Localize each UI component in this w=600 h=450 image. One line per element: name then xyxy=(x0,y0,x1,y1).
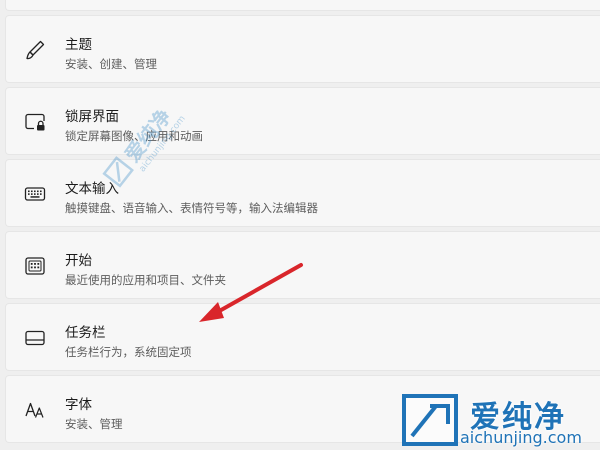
list-item-description: 最近使用的应用和项目、文件夹 xyxy=(65,273,226,287)
watermark-url: aichunjing.com xyxy=(460,428,582,447)
watermark-logo: 爱纯净 aichunjing.com xyxy=(394,388,600,450)
lock-screen-icon xyxy=(23,110,47,134)
list-item-taskbar[interactable]: 任务栏 任务栏行为，系统固定项 xyxy=(5,303,600,371)
list-item-title: 锁屏界面 xyxy=(65,109,119,125)
watermark-logo-icon xyxy=(402,394,458,446)
keyboard-icon xyxy=(23,182,47,206)
personalization-settings-list: 主题 安装、创建、管理 锁屏界面 锁定屏幕图像、应用和动画 文本输入 触摸键盘、… xyxy=(5,0,600,447)
list-item-description: 安装、创建、管理 xyxy=(65,57,157,71)
list-item-description: 安装、管理 xyxy=(65,417,123,431)
brush-icon xyxy=(23,38,47,62)
list-item-title: 主题 xyxy=(65,37,92,53)
settings-page: 主题 安装、创建、管理 锁屏界面 锁定屏幕图像、应用和动画 文本输入 触摸键盘、… xyxy=(0,0,600,450)
list-item-partial[interactable] xyxy=(5,0,600,11)
list-item-title: 开始 xyxy=(65,253,92,269)
list-item-title: 任务栏 xyxy=(65,325,106,341)
list-item-description: 任务栏行为，系统固定项 xyxy=(65,345,192,359)
taskbar-icon xyxy=(23,326,47,350)
list-item-theme[interactable]: 主题 安装、创建、管理 xyxy=(5,15,600,83)
list-item-start[interactable]: 开始 最近使用的应用和项目、文件夹 xyxy=(5,231,600,299)
font-icon xyxy=(23,398,47,422)
list-item-description: 触摸键盘、语音输入、表情符号等，输入法编辑器 xyxy=(65,201,318,215)
start-menu-icon xyxy=(23,254,47,278)
list-item-title: 字体 xyxy=(65,397,92,413)
